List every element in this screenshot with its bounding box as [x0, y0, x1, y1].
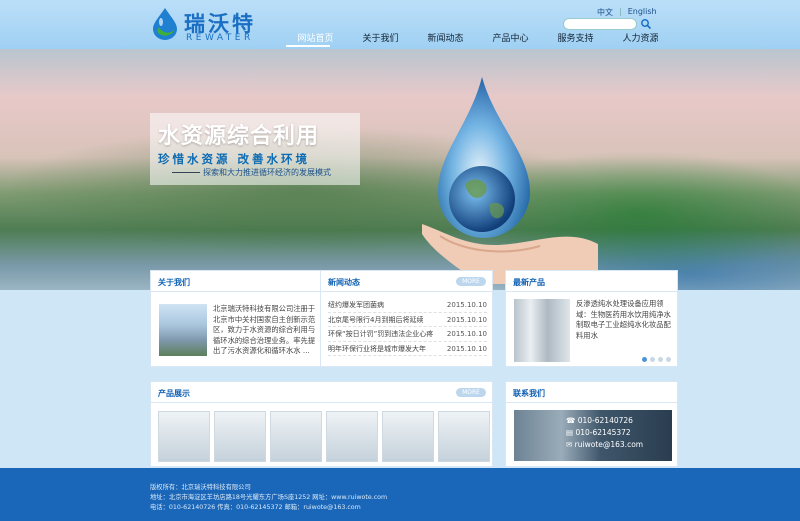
news-list: 纽约爆发军团菌病 2015.10.10 北京尾号限行4月到期后将延续 2015.10…	[328, 298, 487, 356]
banner-title: 水资源综合利用	[158, 124, 320, 149]
logo[interactable]: 瑞沃特 REWATER	[150, 6, 275, 44]
search-icon[interactable]	[640, 18, 652, 30]
hand-water-drop-image	[422, 77, 598, 284]
lang-chinese-link[interactable]: 中文	[597, 7, 613, 18]
about-panel-title[interactable]: 关于我们	[158, 277, 190, 288]
news-item-date: 2015.10.10	[446, 330, 487, 338]
products-panel-title[interactable]: 产品展示	[158, 388, 190, 399]
news-item[interactable]: 北京尾号限行4月到期后将延续 2015.10.10	[328, 313, 487, 327]
news-item-date: 2015.10.10	[446, 301, 487, 309]
mini-dot-4[interactable]	[666, 357, 671, 362]
latest-product-dots	[642, 357, 671, 362]
contact-panel-header: 联系我们	[506, 382, 677, 403]
news-item-title: 明年环保行业将是城市爆发大年	[328, 344, 426, 353]
products-more-button[interactable]: MORE	[456, 388, 486, 397]
search-input[interactable]	[563, 18, 637, 30]
logo-name-en: REWATER	[186, 33, 254, 43]
latest-product-text: 反渗透纯水处理设备应用领域：生物医药用水饮用纯净水制取电子工业超纯水化妆品配料用…	[576, 299, 671, 340]
contact-email: ✉ ruiwote@163.com	[566, 440, 644, 449]
nav-active-underline	[286, 45, 330, 47]
news-item-date: 2015.10.10	[446, 344, 487, 353]
contact-phone-value: 010-62140726	[577, 416, 633, 425]
product-thumbnail[interactable]	[438, 411, 490, 462]
banner-subtitle: 珍惜水资源 改善水环境	[158, 152, 311, 166]
mini-dot-3[interactable]	[658, 357, 663, 362]
products-panel: 产品展示 MORE	[150, 381, 493, 467]
nav-item-hr[interactable]: 人力资源	[608, 31, 673, 44]
lang-separator: |	[619, 7, 622, 16]
mini-dot-2[interactable]	[650, 357, 655, 362]
product-thumbnail[interactable]	[214, 411, 266, 462]
product-thumbnails	[158, 411, 490, 462]
ro-equipment-image[interactable]	[514, 299, 570, 362]
news-panel-header: 新闻动态 MORE	[321, 271, 492, 292]
nav-item-support[interactable]: 服务支持	[543, 31, 608, 44]
nav-item-about[interactable]: 关于我们	[348, 31, 413, 44]
footer-address: 地址：北京市海淀区羊坊店路18号光耀东方广场S座1252 网址：www.ruiw…	[150, 494, 388, 501]
product-thumbnail[interactable]	[158, 411, 210, 462]
products-panel-header: 产品展示 MORE	[151, 382, 492, 403]
latest-product-panel: 最新产品 反渗透纯水处理设备应用领域：生物医药用水饮用纯净水制取电子工业超纯水化…	[505, 270, 678, 367]
nav-item-products[interactable]: 产品中心	[478, 31, 543, 44]
banner-tagline: 探索和大力推进循环经济的发展模式	[203, 168, 331, 177]
news-item-title: 纽约爆发军团菌病	[328, 301, 384, 309]
mini-dot-1[interactable]	[642, 357, 647, 362]
contact-panel: 联系我们 ☎ 010-62140726 ▤ 010-62145372 ✉ rui…	[505, 381, 678, 467]
news-panel-title[interactable]: 新闻动态	[328, 277, 360, 288]
latest-product-header: 最新产品	[506, 271, 677, 292]
latest-product-title[interactable]: 最新产品	[513, 277, 545, 288]
news-item-title: 北京尾号限行4月到期后将延续	[328, 315, 424, 324]
news-item-date: 2015.10.10	[446, 315, 487, 324]
footer-copyright: 版权所有：北京瑞沃特科技有限公司	[150, 484, 251, 491]
product-thumbnail[interactable]	[326, 411, 378, 462]
news-item-title: 环保“按日计罚”罚到违法企业心疼	[328, 330, 434, 338]
header: 瑞沃特 REWATER 中文 | English 网站首页 关于我们 新闻动态 …	[0, 0, 800, 49]
about-panel: 关于我们 北京瑞沃特科技有限公司注册于北京市中关村国家自主创新示范区，致力于水资…	[150, 270, 323, 367]
contact-fax: ▤ 010-62145372	[566, 428, 631, 437]
contact-fax-value: 010-62145372	[575, 428, 631, 437]
nav-item-home[interactable]: 网站首页	[283, 31, 348, 44]
news-item[interactable]: 环保“按日计罚”罚到违法企业心疼 2015.10.10	[328, 327, 487, 342]
news-more-button[interactable]: MORE	[456, 277, 486, 286]
nav-item-news[interactable]: 新闻动态	[413, 31, 478, 44]
contact-email-value[interactable]: ruiwote@163.com	[575, 440, 643, 449]
main-nav: 网站首页 关于我们 新闻动态 产品中心 服务支持 人力资源	[283, 31, 673, 44]
footer: 版权所有：北京瑞沃特科技有限公司 地址：北京市海淀区羊坊店路18号光耀东方广场S…	[0, 468, 800, 521]
footer-contact: 电话：010-62140726 传真：010-62145372 邮箱：ruiwo…	[150, 504, 361, 511]
language-switch: 中文 | English	[597, 7, 657, 18]
hero-banner: 水资源综合利用 珍惜水资源 改善水环境 探索和大力推进循环经济的发展模式	[0, 49, 800, 290]
news-item[interactable]: 纽约爆发军团菌病 2015.10.10	[328, 298, 487, 313]
logo-drop-icon	[153, 8, 177, 40]
product-thumbnail[interactable]	[270, 411, 322, 462]
company-building-image[interactable]	[159, 304, 207, 356]
news-panel: 新闻动态 MORE 纽约爆发军团菌病 2015.10.10 北京尾号限行4月到期后…	[320, 270, 493, 367]
contact-phone: ☎ 010-62140726	[566, 416, 633, 425]
banner-tagline-wrap: 探索和大力推进循环经济的发展模式	[172, 167, 331, 178]
contact-panel-title[interactable]: 联系我们	[513, 388, 545, 399]
about-panel-header: 关于我们	[151, 271, 322, 292]
product-thumbnail[interactable]	[382, 411, 434, 462]
lang-english-link[interactable]: English	[628, 7, 657, 18]
contact-lines: ☎ 010-62140726 ▤ 010-62145372 ✉ ruiwote@…	[566, 415, 643, 451]
news-item[interactable]: 明年环保行业将是城市爆发大年 2015.10.10	[328, 342, 487, 356]
about-text: 北京瑞沃特科技有限公司注册于北京市中关村国家自主创新示范区，致力于水资源的综合利…	[213, 304, 316, 355]
